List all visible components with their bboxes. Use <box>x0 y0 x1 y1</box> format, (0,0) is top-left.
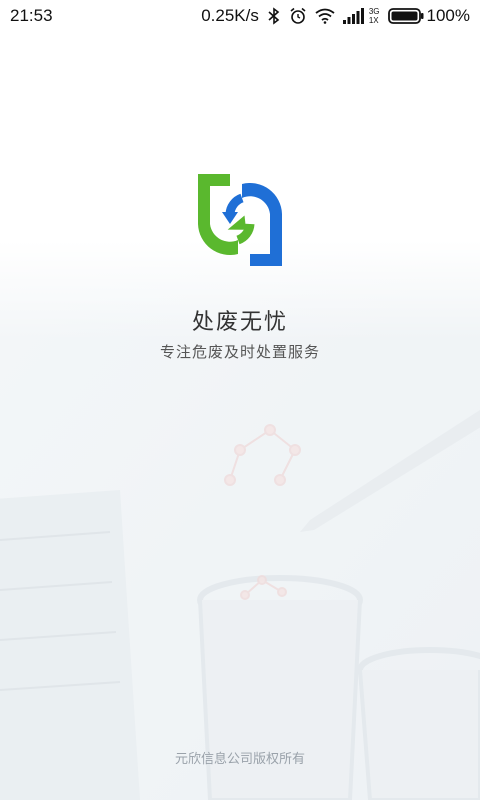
app-slogan: 专注危废及时处置服务 <box>159 343 320 361</box>
status-time: 21:53 <box>10 6 53 25</box>
app-logo <box>198 174 282 266</box>
wifi-icon <box>315 8 335 24</box>
battery-icon <box>387 8 424 24</box>
app-title: 处废无忧 <box>191 310 288 335</box>
bluetooth-icon <box>268 7 280 25</box>
sim-slot: 1X <box>368 16 379 25</box>
signal-icon <box>342 8 364 24</box>
net-speed: 0.25K/s <box>201 6 259 25</box>
alarm-icon <box>290 7 306 24</box>
copyright-notice: 元欣信息公司版权所有 <box>174 752 305 767</box>
network-indicator: 3G 1X <box>369 7 380 25</box>
network-type: 3G <box>368 7 380 16</box>
status-icons: 0.25K/s 3G 1X 100% <box>201 6 470 26</box>
status-bar: 21:53 0.25K/s 3G 1X 100% <box>0 0 480 32</box>
battery: 100% <box>387 6 470 26</box>
battery-percent: 100% <box>426 6 470 25</box>
